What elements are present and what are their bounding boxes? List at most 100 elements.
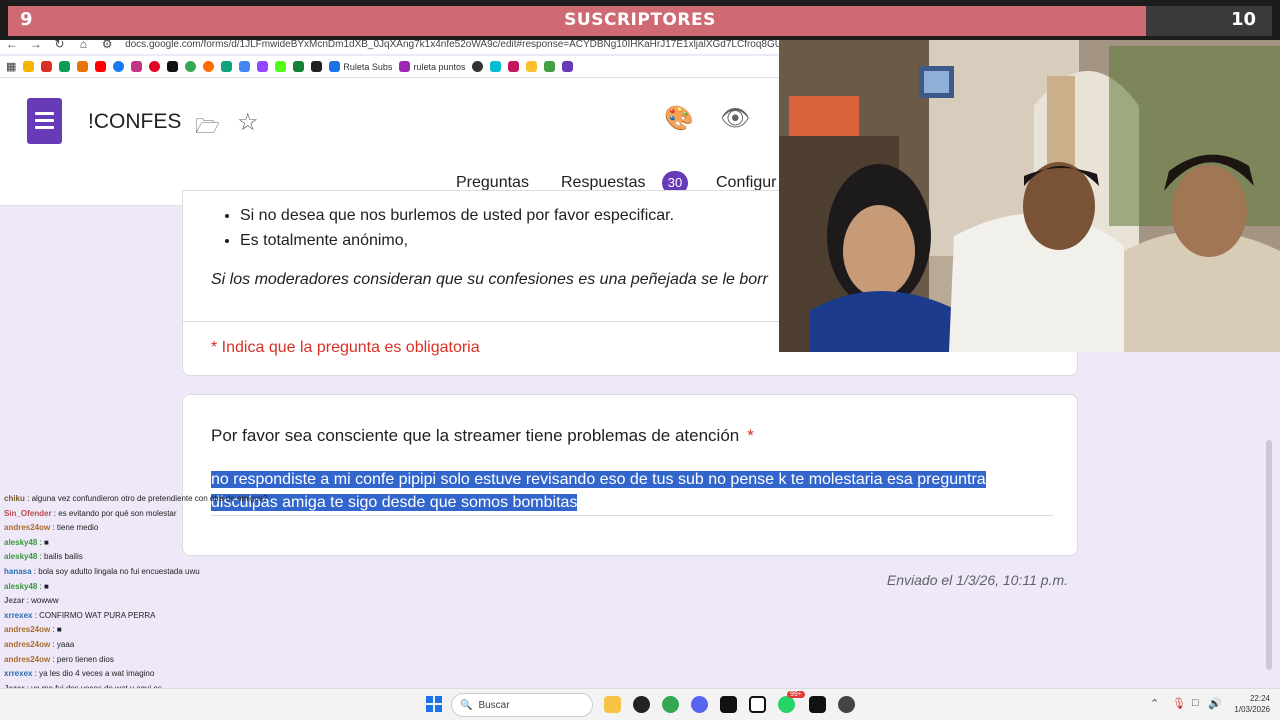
bookmark-sheet2-icon[interactable] [293,61,305,72]
clock[interactable]: 22:24 1/03/2026 [1234,693,1270,715]
chat-username: xrrexex [4,610,33,620]
chat-text: : bailis bailis [37,552,83,562]
star-icon[interactable]: ☆ [237,108,259,137]
palette-icon[interactable]: 🎨 [664,104,694,133]
answer-underline [211,515,1053,516]
bookmark-sheets-icon[interactable] [59,61,71,72]
microphone-icon[interactable]: 🎙 [1172,697,1186,710]
search-placeholder: Buscar [478,699,510,711]
chat-message: alesky48 : bailis bailis [4,552,83,561]
bookmark-twitch-icon[interactable] [257,61,269,72]
bookmark-chrome-icon[interactable] [185,61,197,72]
chat-message: andres24ow : pero tienen dios [4,655,114,664]
question-text: Por favor sea consciente que la streamer… [211,426,740,445]
chat-text: : CONFIRMO WAT PURA PERRA [32,610,156,620]
chat-message: andres24ow : yaaa [4,640,74,649]
answer-line-1: no respondiste a mi confe pipipi solo es… [211,471,986,488]
file-explorer-icon[interactable] [604,696,621,713]
apps-grid-icon[interactable]: ▦ [6,60,16,73]
taskbar-search[interactable]: 🔍 Buscar [451,693,593,717]
notion-icon[interactable] [749,696,766,713]
tray-chevron-icon[interactable]: ⌃ [1150,697,1159,710]
description-bullet: Es totalmente anónimo, [240,228,674,253]
bookmark-maps-icon[interactable] [239,61,251,72]
bookmark-github-icon[interactable] [472,61,484,72]
chat-username: hanasa [4,567,32,576]
form-title[interactable]: !CONFES [88,110,181,134]
chat-text: : yaaa [50,640,75,649]
chat-username: andres24ow [4,625,51,635]
description-bullet: Si no desea que nos burlemos de usted po… [240,203,674,228]
bookmark-pinterest-icon[interactable] [149,61,161,72]
chat-username: alesky48 [4,537,38,547]
forms-header: !CONFES 🗁 ☆ 🎨 👁 Preguntas Respuestas 30 … [0,78,780,206]
bookmark-instagram-icon[interactable] [131,61,143,72]
chat-message: alesky48 : ■ [4,582,49,591]
bookmark-gmail-icon[interactable] [41,61,53,72]
bookmark-green-icon[interactable] [544,61,556,72]
chat-username: alesky48 [4,581,38,591]
bookmark-tiktok-icon[interactable] [167,61,179,72]
required-asterisk: * [747,426,754,445]
bookmark-yellow-icon[interactable] [526,61,538,72]
chat-message: hanasa : bola soy adulto lingala no fui … [4,567,200,576]
bookmark-facebook-icon[interactable] [113,61,125,72]
display-icon[interactable]: □ [1192,697,1199,709]
bookmark-play-icon[interactable] [490,61,502,72]
chat-message: xrrexex : CONFIRMO WAT PURA PERRA [4,611,155,620]
clock-date: 1/03/2026 [1234,705,1270,714]
bookmark-ruleta-subs[interactable]: Ruleta Subs [329,61,392,72]
subscriber-goal-title: SUSCRIPTORES [564,10,716,30]
windows-start-icon[interactable] [426,696,442,712]
bookmark-mail2-icon[interactable] [508,61,520,72]
discord-icon[interactable] [691,696,708,713]
url-text[interactable]: docs.google.com/forms/d/1JLFmwideBYxMcnD… [125,39,780,50]
volume-icon[interactable]: 🔊 [1208,697,1222,710]
preview-eye-icon[interactable]: 👁 [720,104,750,133]
chat-username: andres24ow [4,523,51,533]
chat-text: : bola soy adulto lingala no fui encuest… [31,567,200,576]
answer-text[interactable]: no respondiste a mi confe pipipi solo es… [211,468,1041,514]
google-forms-icon[interactable] [27,98,62,144]
bookmark-kick-icon[interactable] [275,61,287,72]
subscriber-goal-count: 10 [1231,9,1257,30]
ruleta-puntos-icon [399,61,411,72]
bookmark-pinwheel-icon[interactable] [77,61,89,72]
chat-message: Sin_Ofender : es evitando por qué son mo… [4,509,177,518]
bookmark-mail-icon[interactable] [311,61,323,72]
chat-text: : ■ [37,537,49,547]
chrome-icon[interactable] [662,696,679,713]
bookmark-youtube-icon[interactable] [95,61,107,72]
chat-username: andres24ow [4,654,51,664]
windows-taskbar: 🔍 Buscar 99+ ⌃ 🎙 □ 🔊 22:24 1/03/2026 [0,688,1280,720]
whatsapp-icon[interactable] [778,696,795,713]
stream-chat: chiku : alguna vez confundieron otro de … [0,494,267,720]
question-title: Por favor sea consciente que la streamer… [211,426,754,446]
bookmark-chatgpt-icon[interactable] [221,61,233,72]
webcam-feed [779,36,1280,352]
chat-username: andres24ow [4,640,51,649]
bookmark-ruleta-puntos[interactable]: ruleta puntos [399,61,465,72]
chat-message: andres24ow : ■ [4,625,62,634]
chat-message: chiku : alguna vez confundieron otro de … [4,494,267,503]
bookmark-forms-icon[interactable] [562,61,574,72]
chat-text: : wowww [24,596,59,606]
description-bullets: Si no desea que nos burlemos de usted po… [240,203,674,253]
capcut2-icon[interactable] [809,696,826,713]
chat-text: : tiene medio [50,523,99,533]
bookmark-drive-icon[interactable] [23,61,35,72]
chat-message: alesky48 : ■ [4,538,49,547]
obs-icon[interactable] [838,696,855,713]
page-scrollbar[interactable] [1266,440,1272,670]
folder-icon[interactable]: 🗁 [195,112,220,146]
chat-text: : ya les dio 4 veces a wat imagino [32,669,155,679]
ruleta-subs-icon [329,61,341,72]
submitted-timestamp: Enviado el 1/3/26, 10:11 p.m. [886,572,1068,588]
description-note: Si los moderadores consideran que su con… [211,271,768,288]
chat-message: Jezar : wowww [4,596,59,605]
chat-text: : es evitando por qué son molestar [51,508,177,518]
capcut-icon[interactable] [720,696,737,713]
search-icon: 🔍 [460,699,473,711]
chatgpt-icon[interactable] [633,696,650,713]
bookmark-orange-icon[interactable] [203,61,215,72]
